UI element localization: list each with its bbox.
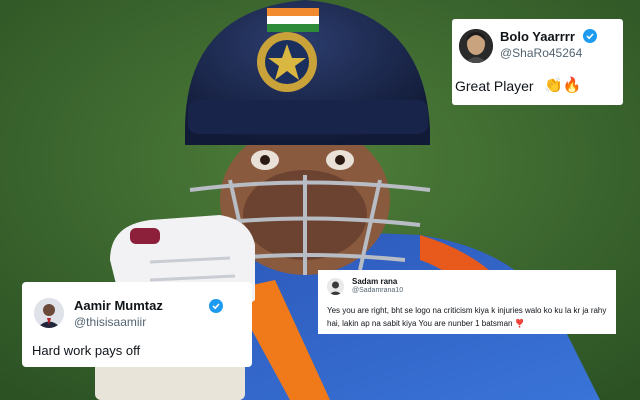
display-name: Sadam rana bbox=[352, 277, 398, 286]
profile-photo-icon bbox=[459, 29, 493, 63]
display-name: Aamir Mumtaz bbox=[74, 298, 163, 313]
avatar bbox=[459, 29, 493, 63]
profile-photo-icon bbox=[34, 298, 64, 328]
handle: @Sadamrana10 bbox=[352, 287, 404, 294]
verified-badge-icon bbox=[583, 29, 597, 43]
tweet-text: Great Player bbox=[455, 78, 534, 94]
tweet-emojis: 👏🔥 bbox=[544, 77, 582, 94]
display-name: Bolo Yaarrrr bbox=[500, 29, 575, 44]
verified-badge-icon bbox=[209, 299, 223, 313]
tweet-text: Hard work pays off bbox=[32, 343, 141, 358]
tweet-card-bolo-yaarrrr[interactable]: Bolo Yaarrrr @ShaRo45264 Great Player 👏🔥 bbox=[452, 19, 623, 105]
tweet-emojis: ❣️ bbox=[514, 319, 525, 328]
avatar bbox=[34, 298, 64, 328]
handle: @ShaRo45264 bbox=[500, 46, 583, 60]
tweet-card-sadam-rana[interactable]: Sadam rana @Sadamrana10 Yes you are righ… bbox=[318, 270, 616, 334]
profile-photo-icon bbox=[327, 278, 344, 295]
tweet-card-aamir-mumtaz[interactable]: Aamir Mumtaz @thisisaamiir Hard work pay… bbox=[22, 282, 252, 367]
avatar bbox=[327, 278, 344, 295]
tweet-text: Yes you are right, bht se logo na critic… bbox=[327, 306, 607, 328]
handle: @thisisaamiir bbox=[74, 315, 147, 329]
